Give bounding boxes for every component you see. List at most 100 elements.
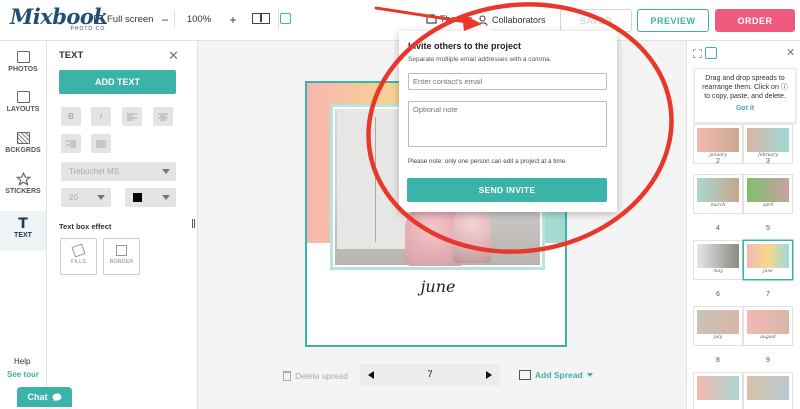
spread-thumbnail[interactable]: april (744, 175, 792, 213)
fills-effect-button[interactable]: FILLS (60, 238, 97, 275)
list-view-icon[interactable] (705, 47, 717, 59)
send-invite-button[interactable]: SEND INVITE (407, 178, 607, 202)
align-center-button[interactable] (153, 107, 173, 126)
thumbnail-number: 2 (716, 158, 720, 165)
thumbnail-number: 5 (766, 225, 770, 232)
thumbnail-image (697, 244, 739, 268)
user-icon (477, 14, 488, 26)
spread-thumbnail[interactable] (744, 373, 792, 409)
align-right-button[interactable] (61, 134, 81, 153)
fullscreen-icon (94, 15, 103, 24)
thumbnail-number: 4 (716, 225, 720, 232)
add-text-button[interactable]: ADD TEXT (59, 70, 176, 94)
font-size-select[interactable]: 20 (61, 188, 111, 207)
invite-popup: Invite others to the project Separate mu… (399, 25, 617, 212)
chevron-down-icon (586, 373, 593, 377)
spread-thumbnail-selected[interactable]: june (744, 241, 792, 279)
fills-label: FILLS (71, 259, 86, 265)
left-rail: PHOTOS LAYOUTS BCKGRDS STICKERS T TEXT H… (0, 41, 47, 409)
zoom-in-button[interactable]: + (226, 13, 240, 27)
delete-spread-button[interactable]: Delete spread (283, 371, 348, 381)
mixbook-logo[interactable]: Mixbook PHOTO CO. (10, 6, 108, 32)
tip-text: Drag and drop spreads to rearrange them.… (702, 75, 788, 100)
page-number: 7 (427, 369, 433, 380)
thumbnail-caption: june (763, 269, 773, 274)
rail-item-layouts[interactable]: LAYOUTS (0, 89, 46, 129)
saved-button[interactable]: SAVED (560, 9, 632, 32)
page-navigator: 7 (360, 364, 500, 386)
zoom-value: 100% (186, 14, 212, 25)
spread-thumbnail[interactable]: august (744, 307, 792, 345)
themes-icon (426, 14, 437, 24)
border-label: BORDER (109, 259, 134, 265)
rail-item-text[interactable]: T TEXT (0, 211, 46, 251)
help-link[interactable]: Help (14, 357, 30, 366)
rail-item-label: LAYOUTS (6, 106, 40, 113)
add-spread-icon (519, 370, 531, 380)
delete-spread-label: Delete spread (295, 371, 348, 381)
grid-view-icon[interactable] (693, 49, 702, 58)
rail-item-backgrounds[interactable]: BCKGRDS (0, 130, 46, 170)
next-page-icon[interactable] (486, 371, 492, 379)
rail-item-label: BCKGRDS (5, 147, 41, 154)
email-field[interactable] (408, 73, 607, 90)
spread-thumbnail[interactable]: march (694, 175, 742, 213)
thumbnail-number: 7 (766, 291, 770, 298)
add-spread-button[interactable]: Add Spread (519, 370, 593, 380)
add-spread-label: Add Spread (535, 370, 583, 380)
spread-view-icon[interactable] (252, 13, 270, 24)
see-tour-link[interactable]: See tour (7, 370, 39, 379)
chevron-down-icon (162, 195, 170, 200)
spread-thumbnail[interactable]: may (694, 241, 742, 279)
italic-button[interactable]: I (91, 107, 111, 126)
page-caption[interactable]: june (307, 277, 565, 296)
trash-icon (283, 371, 291, 381)
rail-item-photos[interactable]: PHOTOS (0, 49, 46, 89)
fullscreen-button[interactable]: Full screen (94, 14, 153, 25)
zoom-divider (174, 11, 175, 28)
text-icon: T (18, 216, 28, 232)
align-right-icon (66, 140, 76, 147)
spread-thumbnail[interactable]: july (694, 307, 742, 345)
themes-label: Themes (440, 14, 473, 24)
thumbnail-image (747, 178, 789, 202)
bold-button[interactable]: B (61, 107, 81, 126)
photos-icon (16, 51, 30, 63)
chevron-down-icon (162, 169, 170, 174)
thumbnail-caption: april (762, 203, 774, 208)
drag-tip: Drag and drop spreads to rearrange them.… (694, 68, 796, 123)
thumbnail-caption: may (713, 269, 723, 274)
align-left-icon (127, 113, 137, 120)
text-color-select[interactable] (125, 188, 176, 207)
preview-button[interactable]: PREVIEW (637, 9, 709, 32)
star-icon (15, 172, 31, 186)
chat-label: Chat (27, 392, 48, 402)
border-icon (116, 245, 127, 256)
border-effect-button[interactable]: BORDER (103, 238, 140, 275)
close-icon[interactable]: ✕ (786, 46, 795, 59)
thumbnail-caption: march (710, 203, 726, 208)
spread-thumbnail[interactable] (694, 373, 742, 409)
close-icon[interactable]: ✕ (168, 48, 179, 64)
rail-item-stickers[interactable]: STICKERS (0, 171, 46, 211)
note-field[interactable] (408, 101, 607, 147)
thumbnail-image (747, 128, 789, 152)
page-view-icon[interactable] (280, 13, 291, 24)
color-swatch (133, 193, 142, 202)
backgrounds-icon (16, 132, 30, 144)
panel-resize-handle[interactable] (192, 219, 195, 228)
font-select[interactable]: Trebuchet MS (61, 162, 176, 181)
justify-icon (96, 140, 106, 147)
themes-button[interactable]: Themes (426, 14, 473, 24)
fullscreen-label: Full screen (107, 14, 154, 25)
thumbnail-number: 8 (716, 357, 720, 364)
thumbnail-number: 3 (766, 158, 770, 165)
thumbnail-image (697, 178, 739, 202)
chat-button[interactable]: Chat (17, 387, 72, 407)
align-left-button[interactable] (122, 107, 142, 126)
spreads-panel: ✕ Drag and drop spreads to rearrange the… (686, 41, 800, 409)
justify-button[interactable] (91, 134, 111, 153)
got-it-button[interactable]: Got it (699, 104, 791, 113)
zoom-out-button[interactable]: − (158, 13, 172, 27)
order-button[interactable]: ORDER (715, 9, 795, 32)
